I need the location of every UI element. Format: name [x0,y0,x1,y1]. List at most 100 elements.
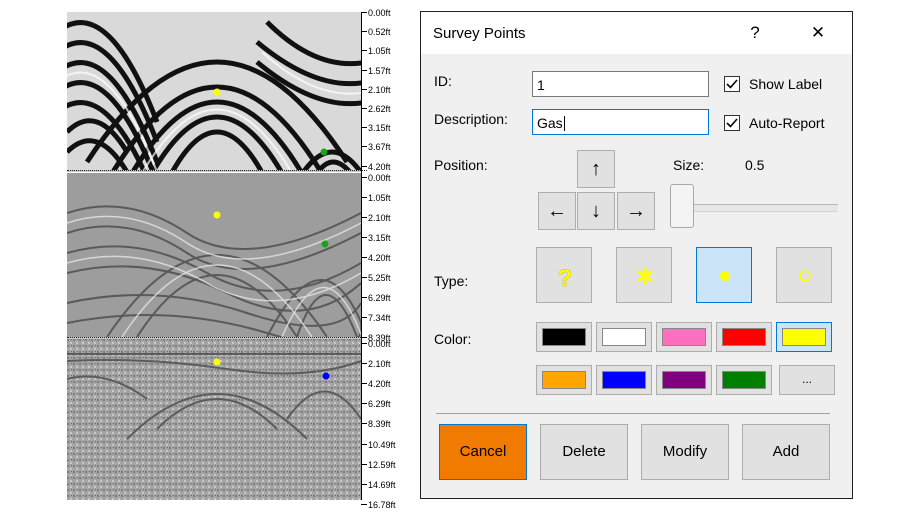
depth-tick [361,403,367,404]
depth-tick-label: 5.25ft [368,273,391,283]
help-button[interactable]: ? [739,20,771,46]
type-label: Type: [434,273,469,289]
depth-tick-label: 7.34ft [368,313,391,323]
color-swatch[interactable] [656,322,712,352]
depth-tick-label: 2.10ft [368,359,391,369]
size-value: 0.5 [745,157,765,173]
depth-tick-label: 2.10ft [368,85,391,95]
color-swatch[interactable] [656,365,712,395]
survey-marker-blue[interactable] [322,372,330,380]
depth-tick-label: 10.49ft [368,440,396,450]
depth-tick-label: 2.62ft [368,104,391,114]
radar-panel-2[interactable] [67,173,361,337]
survey-marker-green[interactable] [321,240,329,248]
auto-report-text: Auto-Report [749,115,825,131]
depth-tick-label: 0.52ft [368,27,391,37]
title-bar[interactable]: Survey Points ? ✕ [421,12,852,54]
depth-tick-label: 2.10ft [368,213,391,223]
close-button[interactable]: ✕ [802,20,834,46]
color-swatch[interactable] [596,322,652,352]
more-colors-button[interactable]: ... [779,365,835,395]
depth-tick [361,277,367,278]
depth-scale-axis [361,12,362,500]
id-value: 1 [537,77,545,93]
radar-panel-1[interactable] [67,12,361,170]
depth-tick [361,177,367,178]
depth-tick [361,297,367,298]
add-button[interactable]: Add [742,424,830,480]
move-left-button[interactable]: ← [538,192,576,230]
color-swatch-fill [602,328,646,346]
color-swatch-fill [542,328,586,346]
panel-boundary-line [67,337,367,338]
color-swatch-fill [782,328,826,346]
survey-marker-yellow[interactable] [213,358,221,366]
description-value: Gas [537,115,563,131]
auto-report-checkbox[interactable] [724,115,740,131]
color-swatch[interactable] [716,365,772,395]
depth-tick [361,31,367,32]
depth-tick [361,317,367,318]
depth-tick [361,337,367,338]
survey-marker-green[interactable] [320,148,328,156]
color-swatch-fill [722,328,766,346]
cancel-button[interactable]: Cancel [439,424,527,480]
color-swatch-fill [662,371,706,389]
color-swatch[interactable] [776,322,832,352]
depth-tick-label: 4.20ft [368,379,391,389]
star-icon [637,267,653,285]
hollow-dot-icon [799,270,811,282]
type-star-button[interactable] [616,247,672,303]
show-label-checkbox[interactable] [724,76,740,92]
depth-tick [361,484,367,485]
type-question-button[interactable]: ? [536,247,592,303]
depth-tick [361,237,367,238]
depth-tick [361,423,367,424]
position-label: Position: [434,157,488,173]
id-field[interactable]: 1 [532,71,709,97]
size-label: Size: [673,157,705,173]
depth-tick [361,217,367,218]
depth-tick [361,127,367,128]
color-swatch[interactable] [536,322,592,352]
size-slider-thumb[interactable] [670,184,694,228]
depth-tick [361,197,367,198]
depth-tick-label: 6.29ft [368,399,391,409]
radar-image-1 [67,12,361,170]
depth-tick-label: 14.69ft [368,480,396,490]
depth-tick [361,383,367,384]
depth-tick [361,108,367,109]
radar-panel-3[interactable] [67,339,361,500]
depth-tick-label: 16.78ft [368,500,396,510]
depth-tick-label: 1.05ft [368,193,391,203]
delete-button[interactable]: Delete [540,424,628,480]
depth-tick [361,504,367,505]
color-swatch-fill [662,328,706,346]
depth-tick [361,50,367,51]
radar-image-3 [67,339,361,500]
depth-tick [361,12,367,13]
color-swatch[interactable] [536,365,592,395]
show-label-text: Show Label [749,76,823,92]
color-swatch[interactable] [596,365,652,395]
depth-tick [361,363,367,364]
move-right-button[interactable]: → [617,192,655,230]
svg-text:?: ? [558,265,573,292]
depth-tick-label: 3.15ft [368,123,391,133]
depth-tick-label: 0.00ft [368,339,391,349]
survey-marker-yellow[interactable] [213,88,221,96]
depth-tick [361,343,367,344]
type-filled-dot-button[interactable] [696,247,752,303]
size-slider-track[interactable] [686,204,838,212]
modify-button[interactable]: Modify [641,424,729,480]
survey-marker-yellow[interactable] [213,211,221,219]
move-down-button[interactable]: ↓ [577,192,615,230]
color-swatch-fill [542,371,586,389]
type-hollow-dot-button[interactable] [776,247,832,303]
dialog-title: Survey Points [433,25,526,42]
more-colors-label: ... [801,372,812,386]
description-field[interactable]: Gas [532,109,709,135]
move-up-button[interactable]: ↑ [577,150,615,188]
panel-boundary-line [67,170,367,171]
color-swatch[interactable] [716,322,772,352]
